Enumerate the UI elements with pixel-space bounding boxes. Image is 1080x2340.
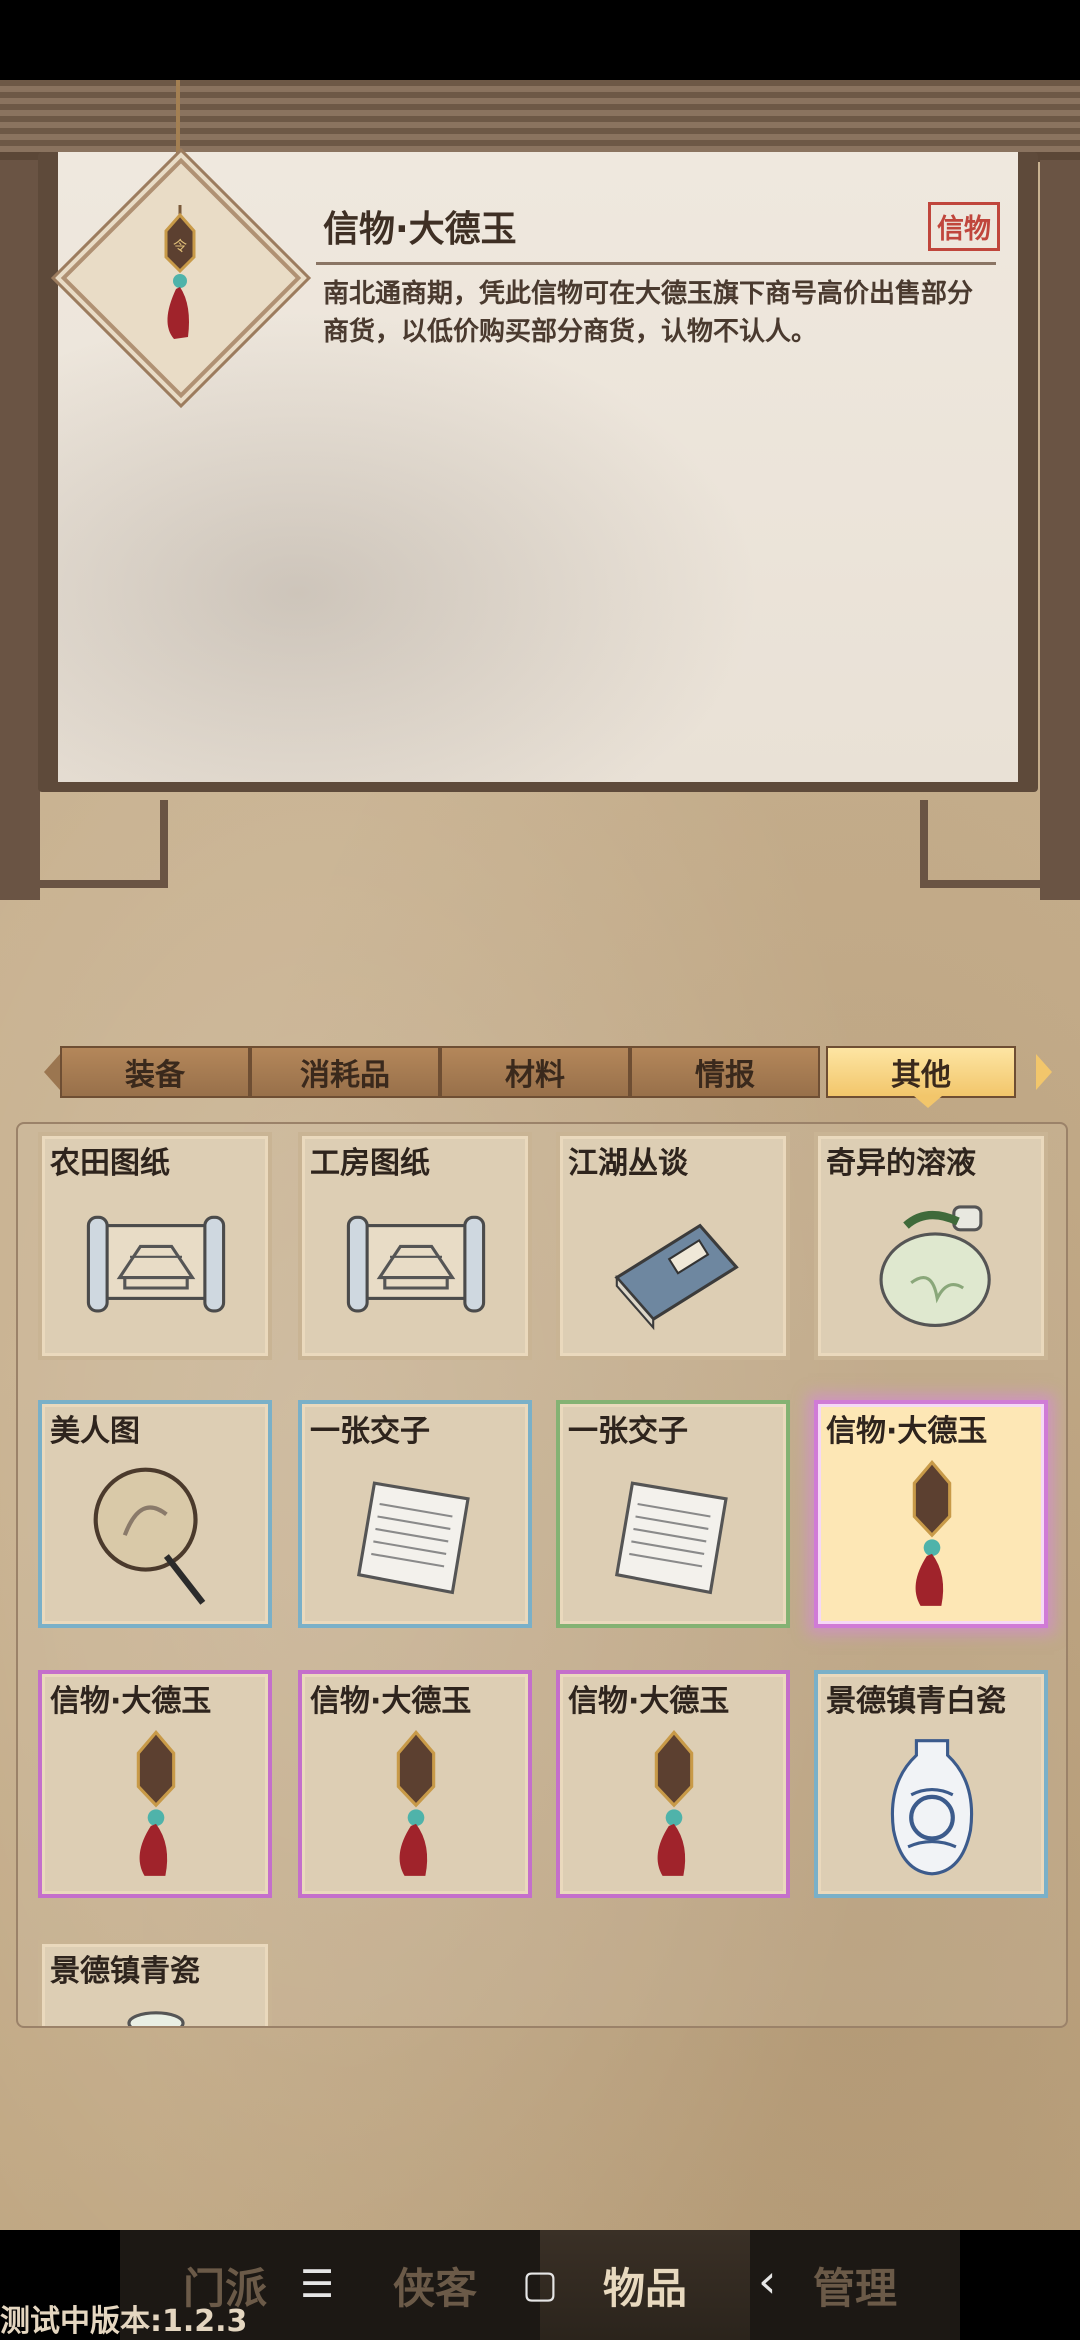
slot-name: 一张交子 [568, 1414, 688, 1449]
inventory-slot[interactable]: 奇异的溶液 [814, 1132, 1048, 1360]
status-bar [0, 0, 1080, 80]
tab-other-label: 其他 [891, 1058, 951, 1093]
slot-name: 信物·大德玉 [568, 1684, 730, 1719]
title-divider [316, 262, 996, 265]
jade-pendant-icon: 令 [164, 205, 196, 339]
category-tabs: 装备 消耗品 材料 情报 其他 [44, 1046, 1052, 1108]
jade-pendant-icon [912, 1459, 952, 1606]
inventory-slot[interactable]: 一张交子 [556, 1400, 790, 1628]
tab-materials[interactable]: 材料 [440, 1046, 630, 1098]
active-tab-caret [914, 1096, 942, 1108]
slot-name: 信物·大德玉 [50, 1684, 212, 1719]
slot-name: 工房图纸 [310, 1146, 430, 1181]
inventory-slot[interactable]: 景德镇青瓷 [38, 1940, 272, 2026]
fan-icon [93, 1467, 206, 1605]
system-menu-icon[interactable]: ☰ [300, 2262, 334, 2306]
inventory-grid: 农田图纸 工房图纸 江湖丛谈 奇异的溶液 美人图 一张交子 一张交子 信物·大德… [16, 1122, 1068, 2028]
version-label: 测试中版本:1.2.3 [0, 2304, 248, 2339]
inventory-slot[interactable]: 信物·大德玉 [38, 1670, 272, 1898]
left-pillar [0, 160, 40, 900]
slot-name: 信物·大德玉 [826, 1414, 988, 1449]
system-home-icon[interactable]: ▢ [522, 2262, 558, 2306]
tab-intel[interactable]: 情报 [630, 1046, 820, 1098]
lower-left-lattice [32, 800, 168, 888]
inventory-slot[interactable]: 一张交子 [298, 1400, 532, 1628]
item-type-badge: 信物 [928, 202, 1000, 251]
item-title: 信物·大德玉 [323, 209, 517, 250]
porcelain-vase-icon [890, 1739, 974, 1876]
nav-manage[interactable]: 管理 [750, 2230, 960, 2340]
book-icon [614, 1223, 739, 1331]
tabs-left-arrow [44, 1054, 60, 1090]
slot-name: 景德镇青瓷 [50, 1954, 200, 1989]
scroll-blueprint-icon [86, 1215, 226, 1313]
paper-note-icon [357, 1481, 470, 1595]
inventory-slot[interactable]: 美人图 [38, 1400, 272, 1628]
slot-name: 美人图 [50, 1414, 140, 1449]
jade-pendant-icon [396, 1729, 436, 1876]
inventory-slot[interactable]: 景德镇青白瓷 [814, 1670, 1048, 1898]
tab-consumables[interactable]: 消耗品 [250, 1046, 440, 1098]
flask-icon [879, 1205, 991, 1327]
slot-name: 农田图纸 [50, 1146, 170, 1181]
hanging-string [176, 80, 180, 160]
system-back-icon[interactable]: ‹ [758, 2254, 776, 2308]
tabs-right-arrow [1036, 1054, 1052, 1090]
paper-note-icon [615, 1481, 728, 1595]
jade-pendant-icon [654, 1729, 694, 1876]
slot-name: 一张交子 [310, 1414, 430, 1449]
tab-other[interactable]: 其他 [826, 1046, 1016, 1108]
inventory-slot[interactable]: 农田图纸 [38, 1132, 272, 1360]
scroll-blueprint-icon [346, 1215, 486, 1313]
slot-name: 景德镇青白瓷 [826, 1684, 1006, 1719]
slot-name: 奇异的溶液 [826, 1146, 976, 1181]
slot-name: 江湖丛谈 [568, 1146, 688, 1181]
nav-items[interactable]: 物品 [540, 2230, 750, 2340]
item-description: 南北通商期，凭此信物可在大德玉旗下商号高价出售部分商货，以低价购买部分商货，认物… [323, 279, 974, 347]
inventory-slot[interactable]: 江湖丛谈 [556, 1132, 790, 1360]
lower-right-lattice [920, 800, 1056, 888]
inventory-slot-selected[interactable]: 信物·大德玉 [814, 1400, 1048, 1628]
nav-heroes[interactable]: 侠客 [330, 2230, 540, 2340]
roof-eave [0, 80, 1080, 160]
inventory-slot[interactable]: 工房图纸 [298, 1132, 532, 1360]
slot-name: 信物·大德玉 [310, 1684, 472, 1719]
inventory-slot[interactable]: 信物·大德玉 [298, 1670, 532, 1898]
svg-text:令: 令 [173, 239, 187, 255]
porcelain-bowl-icon [127, 2011, 185, 2026]
inventory-slot[interactable]: 信物·大德玉 [556, 1670, 790, 1898]
tab-equipment[interactable]: 装备 [60, 1046, 250, 1098]
right-pillar [1040, 160, 1080, 900]
jade-pendant-icon [136, 1729, 176, 1876]
